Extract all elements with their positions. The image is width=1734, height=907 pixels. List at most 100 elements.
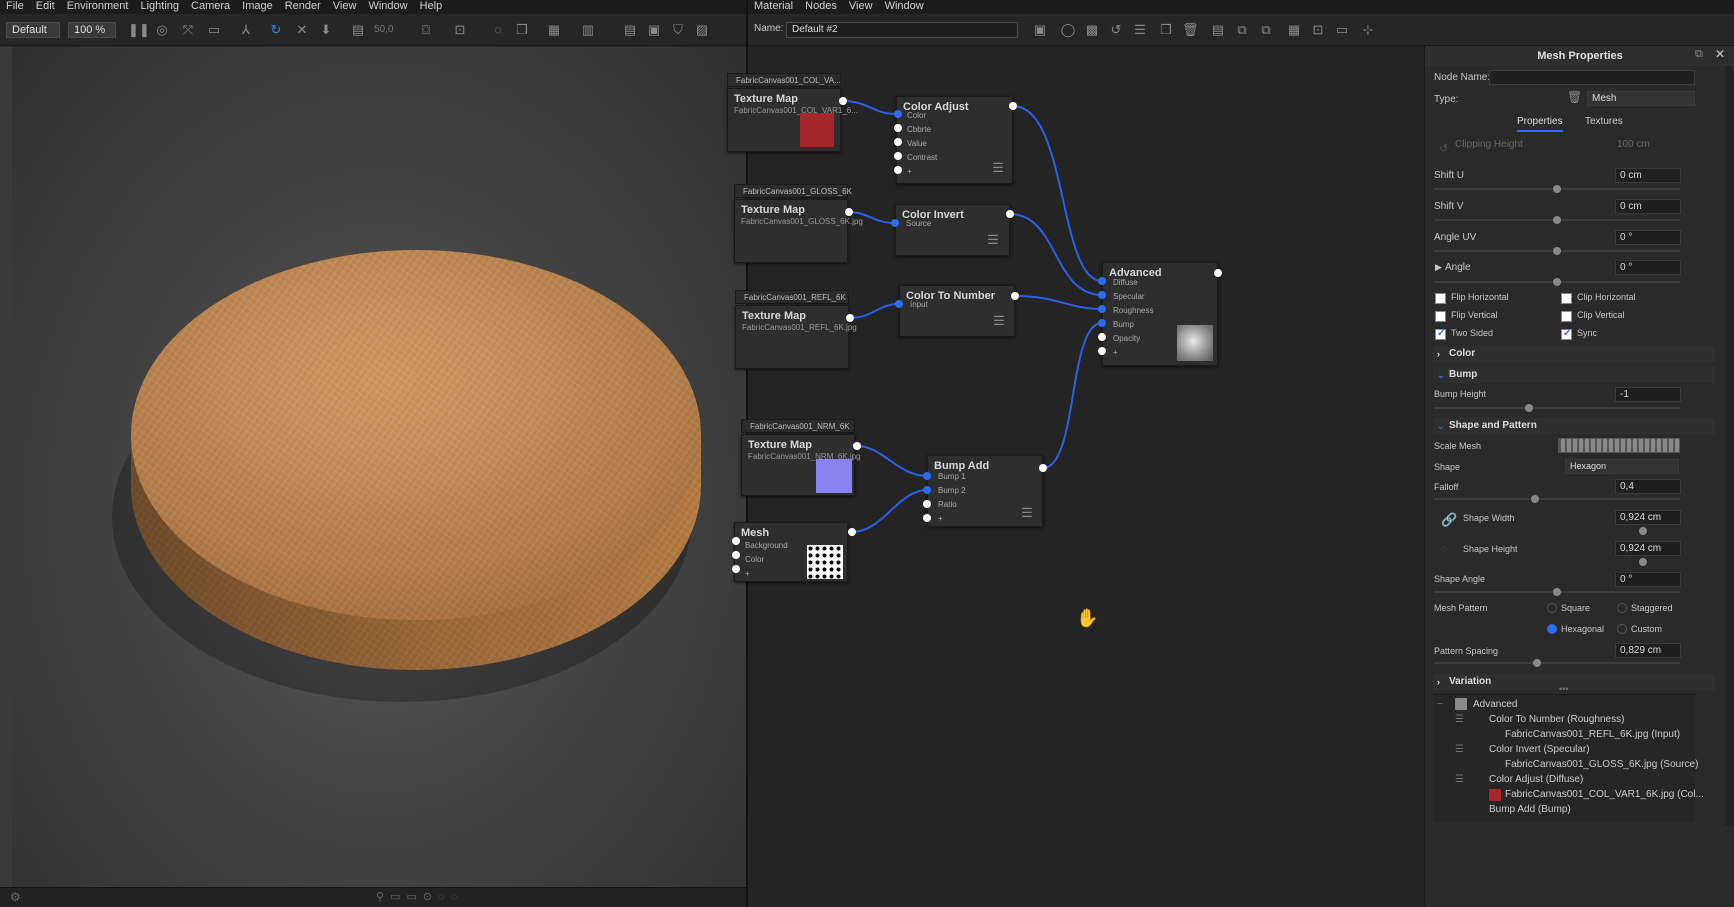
grid-icon[interactable]: ▩ — [1084, 22, 1100, 38]
color-to-number-output-port[interactable] — [1011, 292, 1019, 300]
preset-dropdown[interactable]: Default — [6, 22, 60, 38]
pattern-spacing-slider[interactable] — [1434, 662, 1680, 664]
turntable-icon[interactable]: ◌ — [490, 22, 506, 38]
menu-window[interactable]: Window — [362, 0, 413, 14]
advanced-input-port[interactable] — [1098, 333, 1106, 341]
crop-icon[interactable]: ⤧ — [180, 22, 196, 38]
shape-dropdown[interactable]: Hexagon — [1565, 459, 1679, 474]
material-name-field[interactable]: Default #2 — [786, 22, 1018, 38]
menu-view[interactable]: View — [843, 0, 879, 14]
settings-icon[interactable]: ⚙ — [10, 890, 21, 904]
bump-add-input-port[interactable] — [923, 486, 931, 494]
pause-icon[interactable]: ❚❚ — [128, 22, 150, 38]
link-icon[interactable]: 🔗 — [1441, 512, 1457, 528]
tree-item-color-to-number[interactable]: Color To Number (Roughness) — [1489, 714, 1624, 725]
color-adjust-input-port[interactable] — [894, 110, 902, 118]
tree-item-color-invert[interactable]: Color Invert (Specular) — [1489, 744, 1590, 755]
bump-add-input-port[interactable] — [923, 514, 931, 522]
node-texture-map-col[interactable]: Texture Map FabricCanvas001_COL_VAR1_6..… — [727, 88, 858, 152]
refresh-icon[interactable]: ↻ — [268, 22, 284, 38]
node-color-to-number[interactable]: Color To Number Input ☰ — [899, 285, 1015, 337]
section-shape-and-pattern[interactable]: ⌄ Shape and Pattern — [1433, 418, 1715, 434]
menu-window[interactable]: Window — [879, 0, 930, 14]
copy-icon[interactable]: ❐ — [514, 22, 530, 38]
status-tool-icons[interactable]: ⚲▭▭⊙◌◌ — [376, 890, 463, 903]
node-header-gloss[interactable]: FabricCanvas001_GLOSS_6K — [734, 184, 852, 198]
stack-icon[interactable]: ⧉ — [1234, 22, 1250, 38]
chevron-right-icon[interactable]: ▶ — [1435, 262, 1442, 273]
region-icon[interactable]: ◎ — [154, 22, 170, 38]
duplicate-icon[interactable]: ❐ — [1158, 22, 1174, 38]
menu-material[interactable]: Material — [748, 0, 799, 14]
color-adjust-input-port[interactable] — [894, 166, 902, 174]
shape-angle-field[interactable]: 0 ° — [1615, 572, 1681, 587]
node-advanced[interactable]: Advanced Diffuse Specular Roughness Bump… — [1102, 262, 1218, 366]
shield-icon[interactable]: ⛉ — [670, 22, 686, 38]
shape-width-field[interactable]: 0,924 cm — [1615, 510, 1681, 525]
collapse-icon[interactable]: − — [1437, 699, 1443, 710]
sliders-icon[interactable]: ☰ — [990, 312, 1008, 330]
close-icon[interactable]: ✕ — [1715, 47, 1725, 61]
axis-icon[interactable]: ⅄ — [238, 22, 254, 38]
mesh-input-port[interactable] — [732, 565, 740, 573]
node-name-field[interactable] — [1489, 70, 1695, 85]
node-bump-add[interactable]: Bump Add Bump 1 Bump 2 Ratio + ☰ — [927, 455, 1043, 527]
sliders-icon[interactable]: ☰ — [1132, 22, 1148, 38]
type-dropdown[interactable]: Mesh — [1587, 91, 1695, 106]
advanced-input-port[interactable] — [1098, 291, 1106, 299]
pattern-spacing-field[interactable]: 0,829 cm — [1615, 643, 1681, 658]
color-adjust-input-port[interactable] — [894, 124, 902, 132]
color-adjust-input-port[interactable] — [894, 152, 902, 160]
trash-icon[interactable]: 🗑 — [1567, 90, 1582, 104]
menu-camera[interactable]: Camera — [185, 0, 236, 14]
mesh-input-port[interactable] — [732, 537, 740, 545]
node-color-adjust[interactable]: Color Adjust Color Cbbrte Value Contrast… — [896, 96, 1013, 184]
flip-horizontal-checkbox[interactable] — [1435, 293, 1446, 304]
delete-icon[interactable]: 🗑 — [1182, 22, 1199, 38]
slider-knob[interactable] — [1553, 247, 1561, 255]
bump-height-field[interactable]: -1 — [1615, 387, 1681, 402]
radio-square[interactable] — [1547, 603, 1557, 613]
menu-render[interactable]: Render — [279, 0, 327, 14]
advanced-input-port[interactable] — [1098, 305, 1106, 313]
angle-uv-field[interactable]: 0 ° — [1615, 230, 1681, 245]
shift-u-field[interactable]: 0 cm — [1615, 168, 1681, 183]
tree-item-col[interactable]: FabricCanvas001_COL_VAR1_6K.jpg (Col... — [1505, 789, 1704, 800]
mesh-input-port[interactable] — [732, 551, 740, 559]
zoom-dropdown[interactable]: 100 % — [68, 22, 116, 38]
section-color[interactable]: › Color — [1433, 346, 1715, 362]
tree-item-bump-add[interactable]: Bump Add (Bump) — [1489, 804, 1571, 815]
slider-knob[interactable] — [1639, 558, 1647, 566]
fit-icon[interactable]: ✕ — [294, 22, 310, 38]
menu-environment[interactable]: Environment — [61, 0, 135, 14]
node-mesh[interactable]: Mesh Background Color + — [734, 522, 848, 582]
bump-add-input-port[interactable] — [923, 472, 931, 480]
download-icon[interactable]: ⬇ — [318, 22, 334, 38]
tree-item-advanced[interactable]: Advanced — [1473, 699, 1517, 710]
node-texture-map-nrm[interactable]: Texture Map FabricCanvas001_NRM_6K.jpg — [741, 434, 861, 496]
radio-staggered[interactable] — [1617, 603, 1627, 613]
nrm-output-port[interactable] — [853, 442, 861, 450]
falloff-field[interactable]: 0,4 — [1615, 479, 1681, 494]
compare-icon[interactable]: ▦ — [546, 22, 562, 38]
menu-help[interactable]: Help — [414, 0, 449, 14]
falloff-slider[interactable] — [1434, 498, 1680, 500]
resolution-icon[interactable]: ▤ — [350, 22, 366, 38]
slider-knob[interactable] — [1533, 659, 1541, 667]
layout-icon[interactable]: ▤ — [622, 22, 638, 38]
menu-view[interactable]: View — [327, 0, 363, 14]
mesh-output-port[interactable] — [848, 528, 856, 536]
slider-knob[interactable] — [1531, 495, 1539, 503]
advanced-input-port[interactable] — [1098, 347, 1106, 355]
bump-add-input-port[interactable] — [923, 500, 931, 508]
tree-item-gloss[interactable]: FabricCanvas001_GLOSS_6K.jpg (Source) — [1505, 759, 1698, 770]
scrollbar[interactable] — [1725, 66, 1733, 826]
panel-icon[interactable]: ▭ — [1334, 22, 1350, 38]
slider-knob[interactable] — [1553, 278, 1561, 286]
color-adjust-input-port[interactable] — [894, 138, 902, 146]
undock-icon[interactable]: ⧉ — [1695, 48, 1703, 61]
pin-icon[interactable]: ⊹ — [1360, 22, 1376, 38]
node-texture-map-gloss[interactable]: Texture Map FabricCanvas001_GLOSS_6K.jpg — [734, 199, 863, 263]
slider-knob[interactable] — [1553, 588, 1561, 596]
clip-horizontal-checkbox[interactable] — [1561, 293, 1572, 304]
